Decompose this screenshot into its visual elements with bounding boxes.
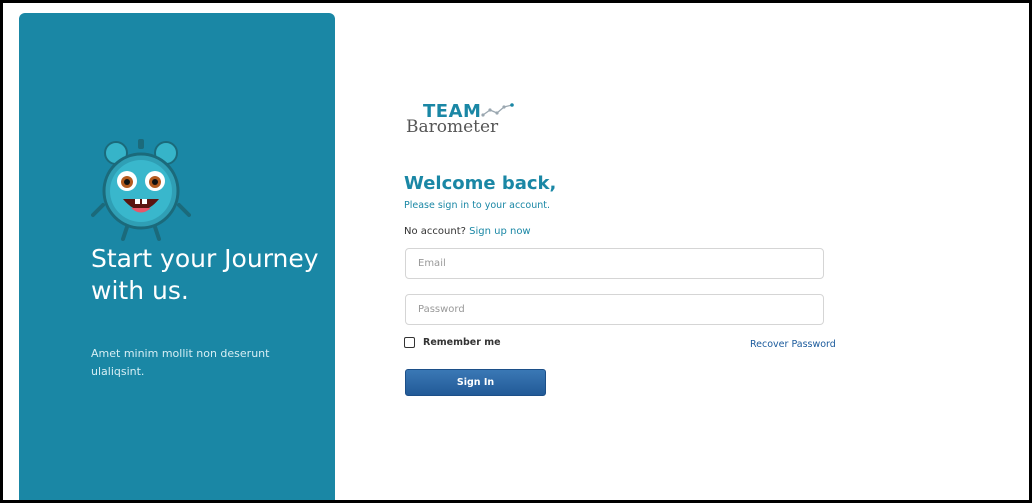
signin-hint: Please sign in to your account. [404, 200, 550, 211]
hero-title: Start your Journey with us. [91, 244, 319, 305]
alarm-clock-mascot-icon [91, 139, 191, 241]
logo-barometer-text: Barometer [406, 117, 499, 137]
login-page: Start your Journey with us. Amet minim m… [0, 0, 1032, 503]
hero-panel: Start your Journey with us. Amet minim m… [19, 13, 335, 500]
welcome-heading: Welcome back, [404, 173, 557, 194]
password-field[interactable] [405, 294, 824, 325]
team-barometer-logo: TEAM Barometer [406, 101, 516, 139]
no-account-row: No account? Sign up now [404, 226, 531, 237]
hero-subtitle: Amet minim mollit non deserunt ulaliqsin… [91, 347, 270, 378]
trend-line-icon [481, 103, 514, 117]
email-field[interactable] [405, 248, 824, 279]
no-account-text: No account? [404, 226, 466, 237]
recover-password-link[interactable]: Recover Password [750, 339, 836, 350]
remember-me-checkbox[interactable] [404, 337, 415, 348]
remember-me-row[interactable]: Remember me [404, 337, 501, 348]
signup-link[interactable]: Sign up now [469, 226, 531, 237]
sign-in-button[interactable]: Sign In [405, 369, 546, 396]
remember-me-label: Remember me [423, 337, 501, 348]
